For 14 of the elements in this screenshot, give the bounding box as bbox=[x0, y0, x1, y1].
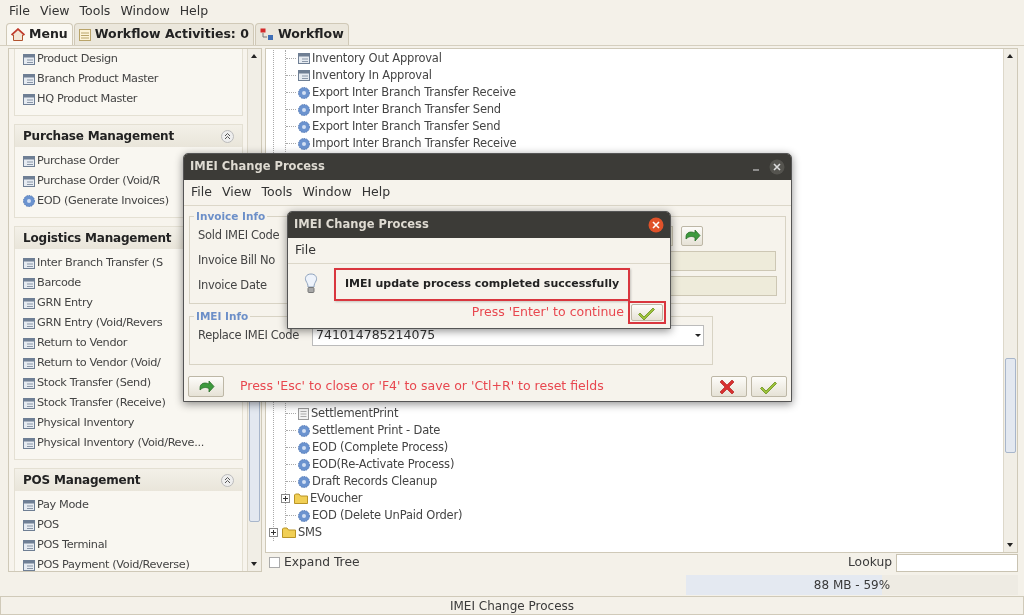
field-label: Invoice Bill No bbox=[198, 251, 277, 269]
memory-reading: 88 MB - 59% bbox=[813, 577, 891, 594]
field-label: Replace IMEI Code bbox=[198, 326, 301, 344]
message-text: IMEI update process completed successfully bbox=[334, 268, 631, 301]
window-title: IMEI Change Process bbox=[294, 216, 429, 234]
status-text: IMEI Change Process bbox=[449, 597, 575, 615]
field-label: Invoice Date bbox=[198, 276, 268, 294]
window-title: IMEI Change Process bbox=[190, 158, 325, 176]
hint-text: Press 'Esc' to close or 'F4' to save or 'Ctl+R' to reset fields bbox=[240, 377, 605, 396]
section-title: Purchase Management bbox=[23, 128, 174, 145]
hint-text: Press 'Enter' to continue bbox=[471, 303, 624, 322]
section-title: Logistics Management bbox=[23, 230, 172, 247]
section-title: POS Management bbox=[23, 472, 141, 489]
lookup-label: Lookup bbox=[847, 554, 892, 572]
